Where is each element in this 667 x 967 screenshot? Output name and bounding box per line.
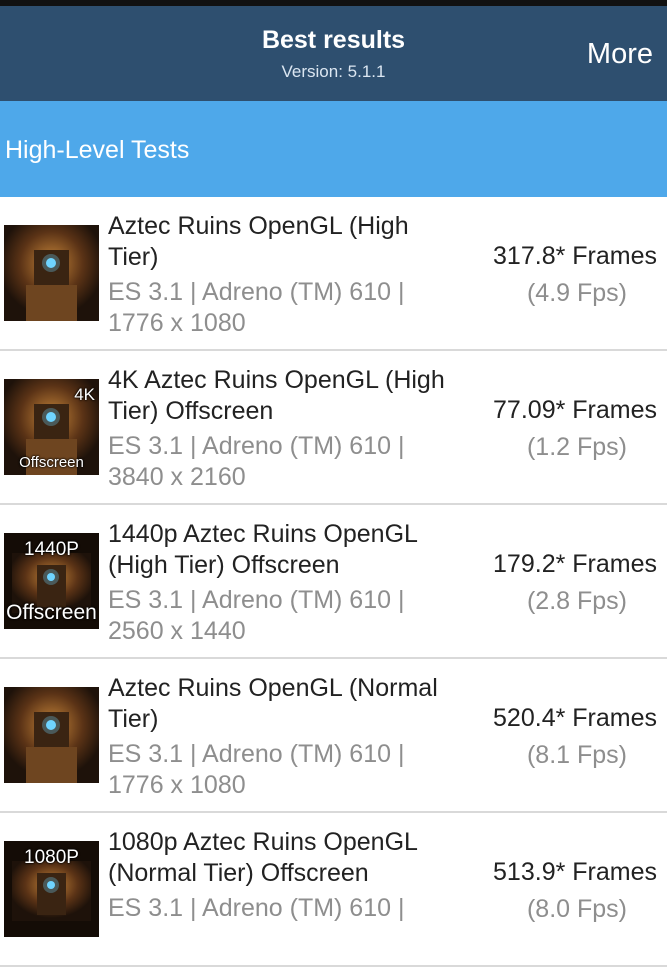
aztec-ruins-thumbnail: 1440P Offscreen (4, 533, 99, 629)
test-resolution: 2560 x 1440 (108, 617, 246, 645)
test-score: 317.8* Frames (4.9 Fps) (437, 241, 657, 309)
test-name: Aztec Ruins OpenGL (Normal Tier) (108, 674, 438, 733)
test-detail: ES 3.1 | Adreno (TM) 610 | 1776 x 1080 (108, 739, 448, 801)
score-frames: 513.9* Frames (493, 858, 657, 886)
test-api-gpu: ES 3.1 | Adreno (TM) 610 | (108, 586, 405, 614)
test-score: 77.09* Frames (1.2 Fps) (437, 395, 657, 463)
test-resolution: 1776 x 1080 (108, 771, 246, 799)
thumbnail-top-label: 1440P (24, 539, 79, 560)
test-name: Aztec Ruins OpenGL (High Tier) (108, 212, 409, 271)
score-fps: (1.2 Fps) (526, 433, 628, 461)
score-frames: 317.8* Frames (493, 242, 657, 270)
score-fps: (8.0 Fps) (526, 895, 628, 923)
thumbnail-top-label: 4K (74, 385, 95, 404)
test-score: 179.2* Frames (2.8 Fps) (437, 549, 657, 617)
more-button[interactable]: More (587, 38, 653, 71)
thumbnail-bottom-label: Offscreen (19, 454, 84, 471)
aztec-ruins-thumbnail: 4K Offscreen (4, 379, 99, 475)
test-api-gpu: ES 3.1 | Adreno (TM) 610 | (108, 432, 405, 460)
score-fps: (8.1 Fps) (526, 741, 628, 769)
result-row[interactable]: 4K Offscreen 4K Aztec Ruins OpenGL (High… (0, 351, 667, 505)
version-label: Version: 5.1.1 (281, 62, 386, 81)
aztec-ruins-thumbnail (4, 687, 99, 783)
score-frames: 520.4* Frames (493, 704, 657, 732)
results-list: Aztec Ruins OpenGL (High Tier) ES 3.1 | … (0, 197, 667, 967)
result-row[interactable]: 1080P 1080p Aztec Ruins OpenGL (Normal T… (0, 813, 667, 967)
test-resolution: 1776 x 1080 (108, 309, 246, 337)
section-header: High-Level Tests (0, 101, 667, 197)
test-score: 513.9* Frames (8.0 Fps) (437, 857, 657, 925)
result-row[interactable]: Aztec Ruins OpenGL (High Tier) ES 3.1 | … (0, 197, 667, 351)
test-name: 1080p Aztec Ruins OpenGL (Normal Tier) O… (108, 828, 417, 887)
thumbnail-bottom-label: Offscreen (6, 601, 97, 624)
test-name: 1440p Aztec Ruins OpenGL (High Tier) Off… (108, 520, 417, 579)
score-frames: 77.09* Frames (493, 396, 657, 424)
app-bar: Best results Version: 5.1.1 More (0, 6, 667, 101)
test-name: 4K Aztec Ruins OpenGL (High Tier) Offscr… (108, 366, 445, 425)
test-api-gpu: ES 3.1 | Adreno (TM) 610 | (108, 740, 405, 768)
test-resolution: 3840 x 2160 (108, 463, 246, 491)
score-frames: 179.2* Frames (493, 550, 657, 578)
test-api-gpu: ES 3.1 | Adreno (TM) 610 | (108, 278, 405, 306)
result-row[interactable]: 1440P Offscreen 1440p Aztec Ruins OpenGL… (0, 505, 667, 659)
score-fps: (2.8 Fps) (526, 587, 628, 615)
aztec-ruins-thumbnail: 1080P (4, 841, 99, 937)
score-fps: (4.9 Fps) (526, 279, 628, 307)
test-detail: ES 3.1 | Adreno (TM) 610 | 2560 x 1440 (108, 585, 448, 647)
result-row[interactable]: Aztec Ruins OpenGL (Normal Tier) ES 3.1 … (0, 659, 667, 813)
test-detail: ES 3.1 | Adreno (TM) 610 | 1776 x 1080 (108, 277, 448, 339)
page-title: Best results (261, 26, 406, 54)
test-detail: ES 3.1 | Adreno (TM) 610 | 3840 x 2160 (108, 431, 448, 493)
thumbnail-top-label: 1080P (24, 847, 79, 868)
section-title: High-Level Tests (5, 136, 190, 164)
aztec-ruins-thumbnail (4, 225, 99, 321)
test-score: 520.4* Frames (8.1 Fps) (437, 703, 657, 771)
